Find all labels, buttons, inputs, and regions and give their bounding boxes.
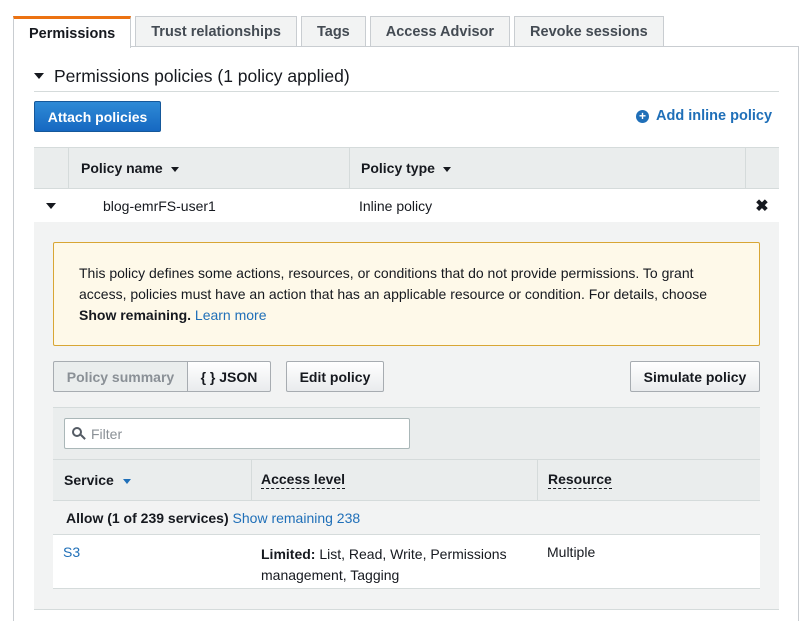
filter-field[interactable] (64, 418, 410, 449)
section-title: Permissions policies (1 policy applied) (54, 65, 350, 86)
remove-policy-icon[interactable]: ✖ (745, 196, 779, 216)
resource-cell: Multiple (547, 544, 596, 560)
column-header-access-level[interactable]: Access level (251, 460, 537, 500)
tab-trust-relationships[interactable]: Trust relationships (135, 16, 297, 47)
summary-table-header: Service Access level Resource (53, 459, 760, 501)
add-inline-policy-label: Add inline policy (656, 108, 773, 124)
tab-access-advisor[interactable]: Access Advisor (369, 16, 511, 47)
table-row: blog-emrFS-user1 Inline policy ✖ (34, 189, 779, 223)
caret-down-icon (34, 73, 44, 79)
permissions-policies-header[interactable]: Permissions policies (1 policy applied) (34, 62, 350, 90)
simulate-policy-button[interactable]: Simulate policy (630, 361, 760, 392)
tab-permissions[interactable]: Permissions (13, 16, 132, 48)
warning-text: This policy defines some actions, resour… (79, 265, 708, 302)
view-toggle: Policy summary { } JSON (53, 361, 271, 392)
table-row: S3 Limited: List, Read, Write, Permissio… (53, 535, 760, 589)
plus-circle-icon: + (636, 109, 649, 123)
tab-tags[interactable]: Tags (300, 16, 366, 47)
warning-bold-text: Show remaining. (79, 307, 192, 323)
column-header-service[interactable]: Service (53, 460, 251, 500)
learn-more-link[interactable]: Learn more (195, 307, 267, 323)
filter-bar (53, 407, 760, 459)
column-header-label: Policy name (81, 160, 163, 176)
access-level-cell: Limited: List, Read, Write, Permissions … (261, 544, 531, 586)
warning-alert: This policy defines some actions, resour… (53, 242, 760, 346)
allow-count-text: Allow (1 of 239 services) (66, 509, 229, 526)
access-level-bold: Limited: (261, 546, 316, 562)
add-inline-policy-link[interactable]: + Add inline policy (636, 108, 772, 124)
column-header-label: Resource (548, 471, 612, 489)
header-spacer (745, 148, 779, 188)
policy-table: Policy name Policy type blog-emrFS-user1… (34, 147, 779, 223)
divider (34, 91, 779, 92)
service-link-s3[interactable]: S3 (63, 544, 80, 560)
policy-summary-button[interactable]: Policy summary (53, 361, 188, 392)
sort-caret-icon (122, 478, 131, 484)
column-header-label: Service (64, 472, 114, 488)
search-icon (72, 427, 86, 440)
show-remaining-link[interactable]: Show remaining 238 (233, 510, 361, 526)
column-header-resource[interactable]: Resource (537, 460, 760, 500)
filter-input[interactable] (91, 425, 391, 442)
json-button[interactable]: { } JSON (188, 361, 271, 392)
caret-down-icon (46, 202, 56, 209)
sort-caret-icon (442, 166, 451, 172)
policy-name-cell: blog-emrFS-user1 (103, 197, 216, 214)
sort-caret-icon (170, 166, 179, 172)
policy-type-cell: Inline policy (359, 197, 433, 214)
header-spacer (34, 148, 68, 188)
tab-bar: Permissions Trust relationships Tags Acc… (13, 16, 668, 48)
column-header-policy-type[interactable]: Policy type (349, 148, 745, 188)
column-header-label: Policy type (361, 160, 435, 176)
attach-policies-button[interactable]: Attach policies (34, 101, 161, 132)
allow-group-row: Allow (1 of 239 services) Show remaining… (53, 501, 760, 535)
column-header-policy-name[interactable]: Policy name (68, 148, 349, 188)
edit-policy-button[interactable]: Edit policy (286, 361, 384, 392)
tab-revoke-sessions[interactable]: Revoke sessions (514, 16, 664, 47)
column-header-label: Access level (261, 471, 346, 489)
expand-toggle[interactable] (34, 202, 68, 209)
policy-summary-table: Service Access level Resource Allow (1 o… (53, 407, 760, 589)
policy-table-header: Policy name Policy type (34, 147, 779, 189)
